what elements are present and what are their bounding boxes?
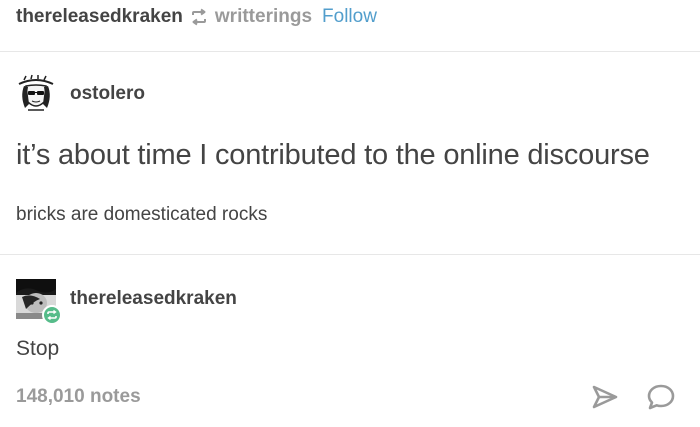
avatar[interactable] bbox=[16, 279, 62, 325]
blog-name[interactable]: thereleasedkraken bbox=[70, 288, 237, 310]
divider bbox=[0, 254, 700, 255]
reblog-icon bbox=[189, 7, 209, 27]
blog-name[interactable]: ostolero bbox=[70, 83, 145, 105]
reblog-comment: Stop bbox=[16, 337, 60, 360]
send-icon[interactable] bbox=[588, 380, 622, 414]
post-body: bricks are domesticated rocks bbox=[16, 204, 268, 225]
reblogger-link[interactable]: thereleasedkraken bbox=[16, 6, 183, 28]
reply-bubble-icon[interactable] bbox=[644, 380, 678, 414]
divider bbox=[0, 51, 700, 52]
post-header: thereleasedkraken writterings Follow bbox=[16, 4, 377, 30]
post-title: it’s about time I contributed to the onl… bbox=[16, 139, 650, 171]
follow-button[interactable]: Follow bbox=[322, 6, 377, 28]
post-actions bbox=[588, 380, 678, 414]
reblog-blog-row: thereleasedkraken bbox=[16, 279, 237, 325]
original-blog-row: ostolero bbox=[16, 74, 145, 114]
tumblr-post: thereleasedkraken writterings Follow ost… bbox=[0, 0, 700, 427]
notes-count[interactable]: 148,010 notes bbox=[16, 386, 141, 408]
avatar[interactable] bbox=[16, 74, 56, 114]
source-blog-link[interactable]: writterings bbox=[215, 6, 312, 28]
reblog-badge-icon bbox=[42, 305, 62, 325]
